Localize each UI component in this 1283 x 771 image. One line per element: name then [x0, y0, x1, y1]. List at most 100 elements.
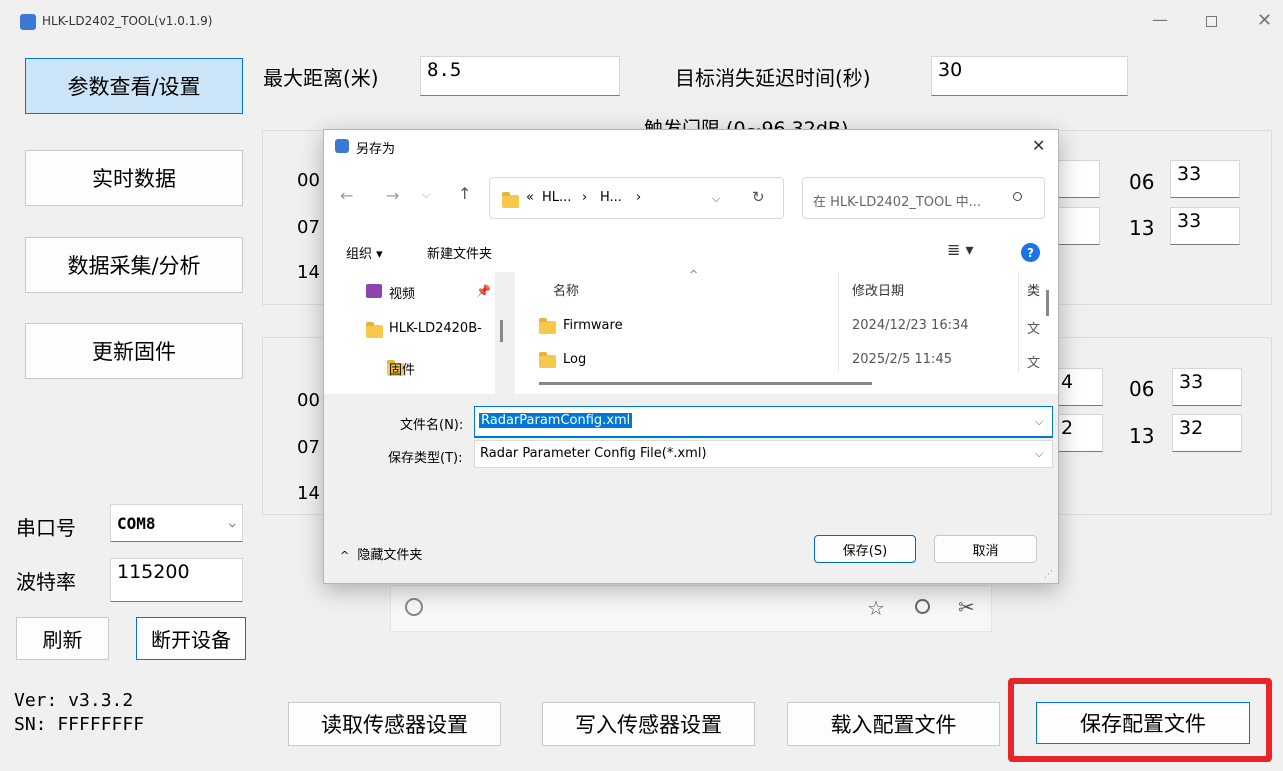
background-toolbar: ☆ ✂ — [390, 585, 992, 632]
file-type: 文 — [1027, 322, 1041, 337]
save-as-dialog: 另存为 ✕ ← → ⌵ ↑ « HL... › H... › ⌵ ↻ 在 HLK… — [323, 129, 1059, 584]
gate-partial-input[interactable]: 2 — [1055, 414, 1103, 452]
max-distance-label: 最大距离(米) — [263, 66, 379, 90]
lens-icon[interactable] — [405, 598, 423, 616]
gate-06-input[interactable]: 33 — [1172, 368, 1242, 406]
folder-icon — [539, 318, 556, 334]
dialog-save-button[interactable]: 保存(S) — [814, 535, 916, 563]
baud-input[interactable]: 115200 — [110, 558, 243, 602]
forward-arrow-icon[interactable]: → — [386, 186, 399, 205]
folder-icon — [502, 192, 519, 208]
gate-partial-input[interactable] — [1055, 160, 1100, 198]
file-date: 2025/2/5 11:45 — [852, 352, 952, 367]
disconnect-button[interactable]: 断开设备 — [136, 617, 246, 660]
address-bar[interactable]: « HL... › H... › ⌵ ↻ — [489, 177, 784, 219]
recent-chevron-icon[interactable]: ⌵ — [422, 188, 430, 202]
up-arrow-icon[interactable]: ↑ — [458, 184, 471, 203]
gate-13-input[interactable]: 33 — [1170, 207, 1240, 245]
refresh-icon[interactable]: ↻ — [752, 188, 765, 206]
column-header-type[interactable]: 类 — [1027, 280, 1040, 299]
view-menu-icon[interactable]: ≣ ▾ — [947, 240, 974, 259]
port-select[interactable]: COM8 ⌵ — [110, 504, 243, 542]
nav-realtime-button[interactable]: 实时数据 — [25, 150, 243, 206]
nav-params-button[interactable]: 参数查看/设置 — [25, 58, 243, 114]
chevron-up-icon: ^ — [340, 549, 350, 562]
nav-collect-button[interactable]: 数据采集/分析 — [25, 237, 243, 293]
tree-item[interactable]: 视频 — [389, 283, 415, 302]
tools-icon[interactable]: ✂ — [958, 595, 975, 619]
tree-item[interactable]: HLK-LD2420B- — [389, 321, 482, 336]
column-header-date[interactable]: 修改日期 — [852, 280, 904, 299]
filetype-select[interactable]: Radar Parameter Config File(*.xml) ⌵ — [474, 440, 1053, 468]
hide-folders-toggle[interactable]: ^ 隐藏文件夹 — [340, 544, 422, 563]
pin-icon[interactable]: 📌 — [476, 284, 491, 298]
table-row[interactable]: Log 2025/2/5 11:45 文 — [515, 348, 1040, 376]
refresh-button[interactable]: 刷新 — [16, 617, 109, 660]
chevron-down-icon[interactable]: ⌵ — [1035, 415, 1043, 429]
read-settings-button[interactable]: 读取传感器设置 — [288, 702, 501, 746]
resize-grip-icon[interactable]: ⋰ — [1044, 570, 1053, 580]
port-label: 串口号 — [16, 516, 76, 540]
gate-13-input[interactable]: 32 — [1172, 414, 1242, 452]
new-folder-button[interactable]: 新建文件夹 — [427, 243, 492, 262]
close-window-icon[interactable]: ✕ — [1257, 10, 1272, 31]
file-date: 2024/12/23 16:34 — [852, 318, 969, 333]
breadcrumb-item[interactable]: HL... — [542, 190, 571, 205]
sort-indicator-icon: ^ — [689, 268, 699, 281]
title-bar: HLK-LD2402_TOOL(v1.0.1.9) — ✕ — [0, 0, 1283, 44]
gate-row-label: 07 — [297, 217, 320, 238]
video-icon — [366, 284, 382, 298]
star-icon[interactable]: ☆ — [867, 596, 885, 620]
back-arrow-icon[interactable]: ← — [340, 186, 353, 205]
max-distance-input[interactable]: 8.5 — [420, 56, 620, 96]
search-box[interactable]: 在 HLK-LD2402_TOOL 中... — [802, 177, 1045, 219]
tree-item[interactable]: 固件 — [389, 359, 415, 378]
filetype-label: 保存类型(T): — [388, 451, 463, 466]
file-list-v-scrollbar[interactable] — [1046, 290, 1049, 316]
gate-06-label: 06 — [1129, 170, 1155, 194]
table-row[interactable]: Firmware 2024/12/23 16:34 文 — [515, 314, 1040, 342]
dialog-close-icon[interactable]: ✕ — [1032, 136, 1045, 155]
filename-input[interactable]: RadarParamConfig.xml ⌵ — [474, 406, 1053, 438]
filetype-value: Radar Parameter Config File(*.xml) — [480, 446, 707, 461]
gate-row-label: 14 — [297, 262, 320, 283]
file-type: 文 — [1027, 356, 1041, 371]
file-name: Firmware — [563, 318, 623, 333]
dialog-bottom-panel: 文件名(N): RadarParamConfig.xml ⌵ 保存类型(T): … — [324, 394, 1058, 583]
breadcrumb-separator: › — [636, 190, 642, 205]
gate-row-label: 07 — [297, 437, 320, 458]
dialog-cancel-button[interactable]: 取消 — [934, 535, 1037, 563]
help-icon[interactable]: ? — [1021, 243, 1040, 262]
chevron-down-icon: ⌵ — [228, 516, 236, 530]
gate-partial-input[interactable] — [1055, 207, 1100, 245]
breadcrumb-item[interactable]: H... — [600, 190, 622, 205]
file-list-h-scrollbar[interactable] — [539, 382, 872, 385]
gate-row-label: 00 — [297, 170, 320, 191]
breadcrumb-prefix: « — [526, 190, 534, 205]
folder-icon — [539, 352, 556, 368]
maximize-icon[interactable] — [1206, 16, 1217, 27]
folder-tree: 视频 📌 HLK-LD2420B- 固件 — [324, 272, 511, 394]
minimize-icon[interactable]: — — [1152, 10, 1168, 29]
clock-icon[interactable] — [915, 599, 930, 614]
address-dropdown-icon[interactable]: ⌵ — [712, 192, 720, 206]
gate-row-label: 14 — [297, 483, 320, 504]
load-config-button[interactable]: 载入配置文件 — [787, 702, 1000, 746]
search-icon — [1013, 192, 1022, 201]
dialog-title: 另存为 — [356, 142, 396, 157]
search-placeholder: 在 HLK-LD2402_TOOL 中... — [813, 195, 982, 210]
folder-icon — [366, 322, 383, 338]
gate-partial-input[interactable]: 4 — [1055, 368, 1103, 406]
gate-13-label: 13 — [1129, 424, 1155, 448]
breadcrumb-separator: › — [582, 190, 588, 205]
window-title: HLK-LD2402_TOOL(v1.0.1.9) — [42, 14, 213, 28]
write-settings-button[interactable]: 写入传感器设置 — [542, 702, 755, 746]
delay-time-label: 目标消失延迟时间(秒) — [675, 66, 871, 90]
delay-time-input[interactable]: 30 — [931, 56, 1128, 96]
nav-firmware-button[interactable]: 更新固件 — [25, 323, 243, 379]
column-header-name[interactable]: 名称 — [553, 280, 579, 299]
gate-06-input[interactable]: 33 — [1170, 160, 1240, 198]
save-config-button[interactable]: 保存配置文件 — [1036, 702, 1250, 744]
tree-scrollbar[interactable] — [495, 272, 515, 394]
organize-menu[interactable]: 组织 ▾ — [346, 243, 383, 262]
